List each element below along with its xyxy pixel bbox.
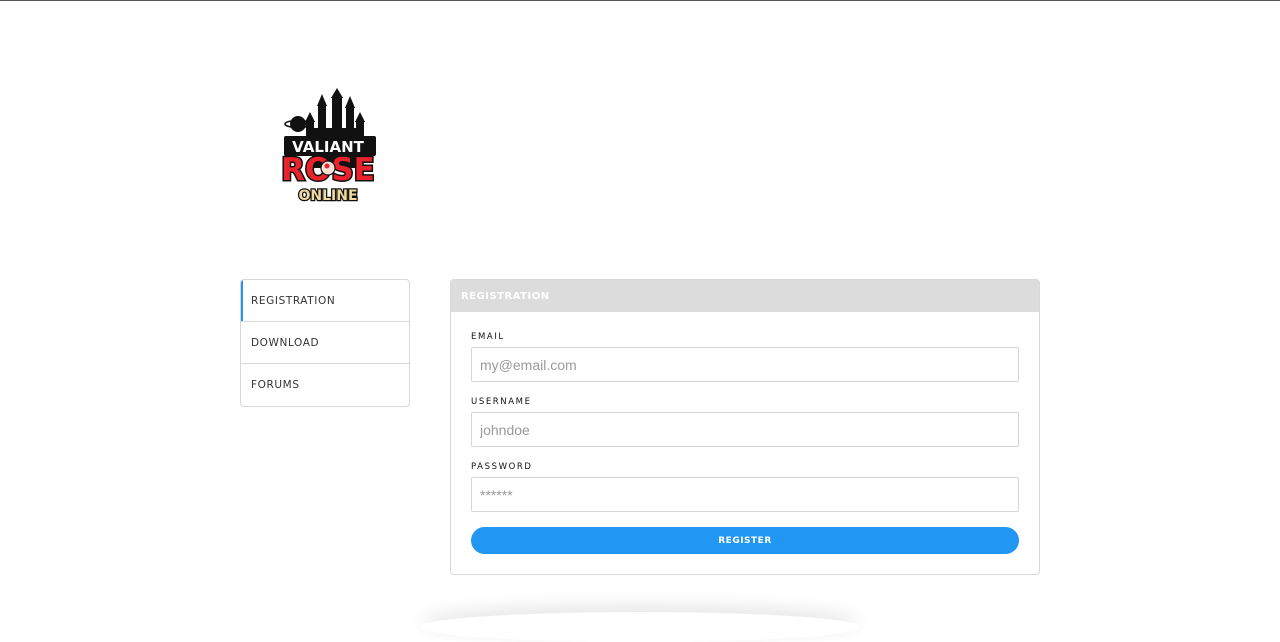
register-button[interactable]: REGISTER <box>471 527 1019 554</box>
registration-panel: REGISTRATION EMAIL USERNAME PASSWORD REG… <box>450 279 1040 575</box>
password-label: PASSWORD <box>471 462 533 472</box>
username-field[interactable] <box>471 412 1019 447</box>
email-label: EMAIL <box>471 332 505 342</box>
sidebar-item-forums[interactable]: FORUMS <box>241 364 409 406</box>
password-field[interactable] <box>471 477 1019 512</box>
site-logo[interactable]: VALIANT ROSE ONLINE <box>272 88 384 208</box>
top-border <box>0 0 1280 1</box>
sidebar-nav: REGISTRATION DOWNLOAD FORUMS <box>240 279 410 407</box>
footer-shadow <box>420 612 860 642</box>
castle-logo-icon: VALIANT ROSE ONLINE <box>280 88 376 205</box>
registration-form: EMAIL USERNAME PASSWORD REGISTER <box>451 312 1039 554</box>
panel-title: REGISTRATION <box>451 280 1039 312</box>
email-field[interactable] <box>471 347 1019 382</box>
sidebar-item-label: FORUMS <box>251 379 300 391</box>
svg-text:ONLINE: ONLINE <box>298 188 357 204</box>
sidebar-item-registration[interactable]: REGISTRATION <box>241 280 409 322</box>
sidebar-item-label: DOWNLOAD <box>251 337 320 349</box>
username-label: USERNAME <box>471 397 532 407</box>
sidebar-item-label: REGISTRATION <box>251 295 336 307</box>
sidebar-item-download[interactable]: DOWNLOAD <box>241 322 409 364</box>
